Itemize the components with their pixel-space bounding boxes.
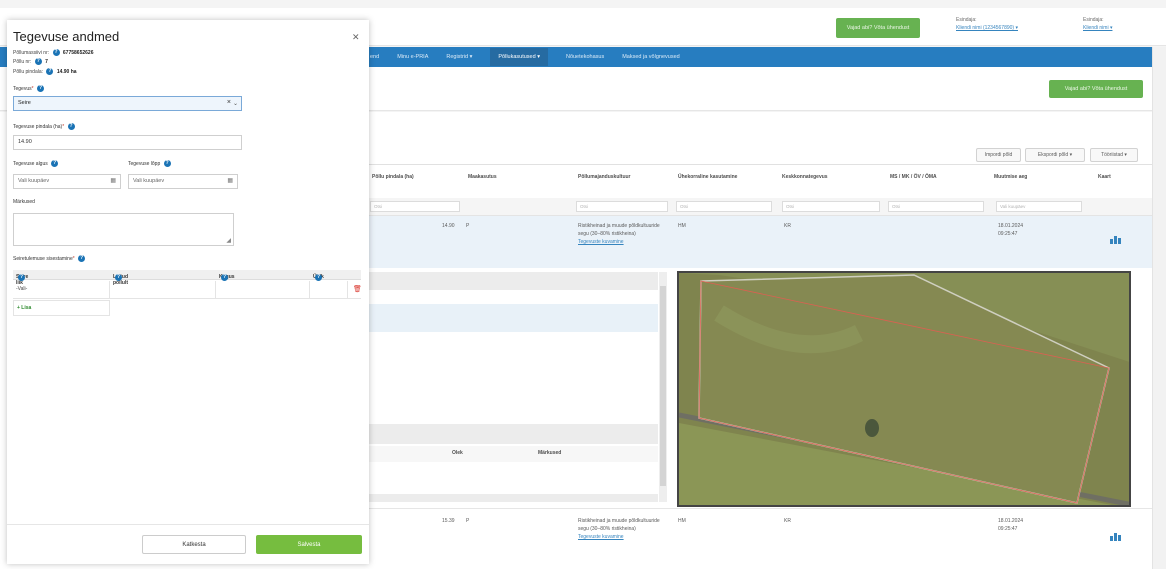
monitoring-grid-label: Seiretulemuse sisestamine* ?	[13, 255, 86, 262]
grid-row: -Vali- 🗑	[13, 281, 362, 299]
calendar-icon[interactable]: ▦	[110, 177, 116, 184]
dialog-footer-divider	[7, 524, 369, 525]
notes-label: Märkused	[13, 199, 35, 205]
activity-label: Tegevus* ?	[13, 85, 44, 92]
activity-dialog: Tegevuse andmed ✕ Põllumassiivi nr: ? 67…	[7, 20, 369, 564]
area-input[interactable]: 14.90	[13, 135, 242, 150]
meta-field-area: Põllu pindala: ? 14.90 ha	[13, 68, 77, 75]
calendar-icon[interactable]: ▦	[227, 177, 233, 184]
help-icon[interactable]: ?	[52, 49, 60, 56]
area-label: Tegevuse pindala (ha)* ?	[13, 123, 75, 130]
help-icon[interactable]: ?	[51, 160, 59, 167]
start-date-input[interactable]: Vali kuupäev ▦	[13, 174, 121, 189]
help-icon[interactable]: ?	[34, 58, 42, 65]
dialog-title: Tegevuse andmed	[13, 29, 120, 44]
clear-icon[interactable]: ×	[227, 99, 231, 106]
cancel-button[interactable]: Katkesta	[142, 535, 246, 554]
help-icon[interactable]: ?	[78, 255, 86, 262]
unit-cell[interactable]	[310, 281, 348, 299]
notes-textarea[interactable]: ◢	[13, 213, 234, 246]
end-date-input[interactable]: Vali kuupäev ▦	[128, 174, 238, 189]
quantity-cell[interactable]	[216, 281, 310, 299]
monitoring-type-select[interactable]: -Vali-	[13, 281, 110, 299]
close-icon[interactable]: ✕	[352, 32, 360, 43]
activity-select[interactable]: Seire × ⌄	[13, 96, 242, 111]
help-icon[interactable]: ?	[163, 160, 171, 167]
resize-grip-icon[interactable]: ◢	[226, 237, 231, 244]
start-date-label: Tegevuse algus ?	[13, 160, 59, 167]
help-icon[interactable]: ?	[46, 68, 54, 75]
help-icon[interactable]: ?	[315, 274, 322, 281]
help-icon[interactable]: ?	[67, 123, 75, 130]
chevron-down-icon[interactable]: ⌄	[233, 100, 238, 107]
help-icon[interactable]: ?	[18, 274, 25, 281]
trash-icon[interactable]: 🗑	[353, 285, 362, 293]
end-date-label: Tegevuse lõpp ?	[128, 160, 171, 167]
meta-field-nr: Põllu nr: ? 7	[13, 58, 48, 65]
meta-block-nr: Põllumassiivi nr: ? 67758652626	[13, 49, 94, 56]
help-icon[interactable]: ?	[115, 274, 122, 281]
add-row-button[interactable]: + Lisa	[13, 300, 110, 316]
help-icon[interactable]: ?	[36, 85, 44, 92]
help-icon[interactable]: ?	[221, 274, 228, 281]
found-in-field-cell[interactable]	[110, 281, 216, 299]
grid-header: Seire liik? Leitud põllult? Kogus? Ühik?	[13, 270, 361, 286]
save-button[interactable]: Salvesta	[256, 535, 362, 554]
